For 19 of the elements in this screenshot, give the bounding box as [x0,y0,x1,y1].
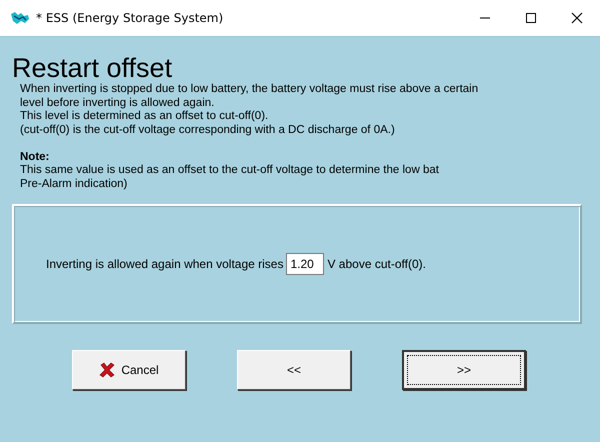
nav-button[interactable]: >> [402,350,526,390]
cross-icon [99,362,116,378]
close-icon[interactable] [571,12,583,24]
nav-button[interactable]: << [237,350,351,390]
app-logo-icon [10,11,30,25]
voltage-offset-field[interactable]: 1.20 [286,253,324,275]
cancel-button[interactable]: Cancel [72,350,186,390]
page-heading: Restart offset [12,53,174,83]
setting-label: Inverting is allowed again when voltage rises [46,257,284,271]
maximize-icon[interactable] [525,12,537,24]
description-line: level before inverting is allowed again. [20,96,214,110]
note-line: Pre-Alarm indication) [20,178,128,191]
description-line: (cut-off(0) is the cut-off voltage corresponding with a DC discharge of 0A.) [20,124,395,137]
unit-label: V above cut-off(0). [327,257,426,271]
description-line: When inverting is stopped due to low battery, the battery voltage must rise above a certain [20,83,478,96]
note-line: This same value is used as an offset to the cut-off voltage to determine the low bat [20,164,439,178]
note-title: Note: [19,150,50,164]
description-line: This level is determined as an offset to cut-off(0). [20,110,268,124]
window-title: * ESS (Energy Storage System) [36,11,224,25]
